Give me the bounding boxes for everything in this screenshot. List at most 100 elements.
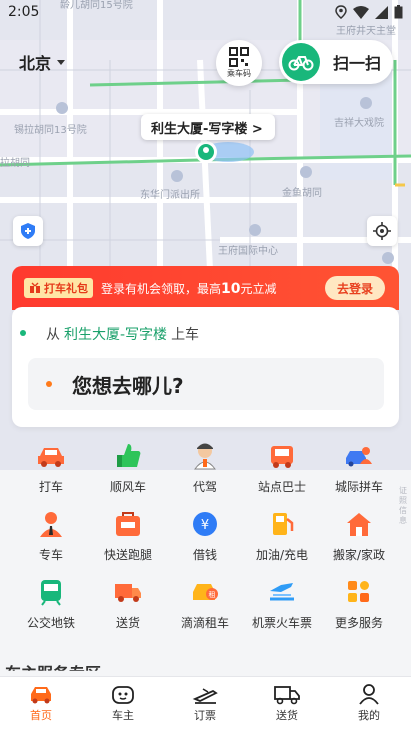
pickup-dot-icon	[20, 330, 26, 336]
service-stop-bus[interactable]: 站点巴士	[243, 440, 321, 495]
tab-driver[interactable]: 车主	[82, 683, 164, 723]
service-label: 搬家/家政	[332, 548, 386, 562]
service-label: 加油/充电	[255, 548, 309, 562]
promo-banner[interactable]: 打车礼包 登录有机会领取，最高10元立减 去登录	[12, 266, 399, 310]
map-label: 拉胡同	[0, 158, 30, 169]
location-icon	[335, 5, 347, 19]
service-label: 城际拼车	[334, 480, 383, 494]
tab-profile[interactable]: 我的	[328, 683, 410, 723]
tab-label: 订票	[194, 709, 216, 722]
map-label: 东华门派出所	[140, 190, 200, 201]
promo-tag: 打车礼包	[24, 278, 93, 298]
trip-card: 从 利生大厦-写字楼 上车 您想去哪儿?	[12, 307, 399, 427]
driver-icon	[189, 440, 221, 472]
svg-text:¥: ¥	[201, 518, 209, 533]
service-label: 借钱	[192, 548, 217, 562]
tab-label: 我的	[358, 709, 380, 722]
login-button[interactable]: 去登录	[324, 276, 385, 300]
service-moving-housekeeping[interactable]: 搬家/家政	[320, 508, 398, 563]
service-more[interactable]: 更多服务	[320, 576, 398, 631]
delivery-truck-icon	[274, 686, 300, 705]
pickup-location-label: 利生大厦-写字楼 >	[151, 121, 263, 137]
service-express-errand[interactable]: 快送跑腿	[89, 508, 167, 563]
map-label: 金鱼胡同	[282, 188, 322, 199]
service-transit[interactable]: 公交地铁	[12, 576, 90, 631]
service-label: 更多服务	[334, 616, 383, 630]
person-icon	[359, 684, 379, 705]
map-label: 吉祥大戏院	[334, 118, 384, 129]
chevron-down-icon	[57, 59, 66, 65]
service-label: 机票火车票	[251, 616, 312, 630]
service-label: 滴滴租车	[180, 616, 229, 630]
fuel-pump-icon	[266, 508, 298, 540]
service-label: 专车	[38, 548, 63, 562]
grid-icon	[343, 576, 375, 608]
service-intercity-carpool[interactable]: 城际拼车	[320, 440, 398, 495]
service-fuel-charge[interactable]: 加油/充电	[243, 508, 321, 563]
promo-text: 登录有机会领取，最高10元立减	[101, 280, 277, 297]
destination-placeholder: 您想去哪儿?	[72, 373, 184, 398]
status-time: 2:05	[8, 4, 40, 20]
map-label: 王府国际中心	[218, 246, 278, 257]
promo-amount: 10	[221, 280, 241, 297]
driver-face-icon	[112, 686, 134, 704]
crosshair-icon	[373, 222, 391, 240]
service-label: 代驾	[192, 480, 217, 494]
scan-button[interactable]: 扫一扫	[279, 40, 393, 84]
tab-tickets[interactable]: 订票	[164, 683, 246, 723]
yen-coin-icon: ¥	[189, 508, 221, 540]
service-flight-train-tickets[interactable]: 机票火车票	[243, 576, 321, 631]
service-label: 快送跑腿	[103, 548, 152, 562]
scan-label: 扫一扫	[333, 54, 382, 73]
express-bag-icon	[112, 508, 144, 540]
locate-me-button[interactable]	[367, 216, 397, 246]
service-car-rental[interactable]: 租 滴滴租车	[166, 576, 244, 631]
promo-text-after: 元立减	[240, 281, 277, 296]
bus-stop-icon	[266, 440, 298, 472]
pickup-suffix: 上车	[171, 327, 200, 343]
service-designated-driver[interactable]: 代驾	[166, 440, 244, 495]
service-delivery[interactable]: 送货	[89, 576, 167, 631]
wifi-icon	[353, 5, 369, 19]
promo-text-before: 登录有机会领取，最高	[101, 281, 222, 296]
house-icon	[343, 508, 375, 540]
services-grid: 打车 顺风车 代驾 站点巴士 城际拼车 专车 快送跑腿 ¥ 借钱 加油/充电 搬…	[12, 440, 399, 644]
bottom-tab-bar: 首页 车主 订票 送货 我的	[0, 676, 411, 730]
destination-dot-icon	[46, 381, 52, 387]
service-label: 送货	[115, 616, 140, 630]
status-icons	[335, 5, 403, 19]
pickup-location-bubble[interactable]: 利生大厦-写字楼 >	[141, 114, 275, 140]
service-loan[interactable]: ¥ 借钱	[166, 508, 244, 563]
license-info-link[interactable]: 证照信息	[397, 486, 409, 526]
tab-delivery[interactable]: 送货	[246, 683, 328, 723]
tab-label: 车主	[112, 709, 134, 722]
service-premier[interactable]: 专车	[12, 508, 90, 563]
city-name: 北京	[19, 54, 52, 73]
service-label: 站点巴士	[257, 480, 306, 494]
truck-icon	[112, 576, 144, 608]
safety-center-button[interactable]	[13, 216, 43, 246]
subway-icon	[35, 576, 67, 608]
shield-icon	[21, 223, 35, 239]
service-label: 公交地铁	[26, 616, 75, 630]
service-taxi[interactable]: 打车	[12, 440, 90, 495]
svg-text:租: 租	[209, 591, 216, 599]
signal-icon	[375, 5, 388, 19]
home-car-icon	[31, 687, 51, 704]
carpool-icon	[343, 440, 375, 472]
pickup-row[interactable]: 从 利生大厦-写字楼 上车	[20, 324, 200, 344]
battery-icon	[394, 5, 403, 19]
city-selector[interactable]: 北京	[19, 50, 66, 74]
destination-input[interactable]: 您想去哪儿?	[28, 358, 384, 410]
tab-label: 送货	[276, 709, 298, 722]
tab-home[interactable]: 首页	[0, 683, 82, 723]
pickup-prefix: 从	[46, 327, 60, 343]
thumbs-up-icon	[112, 440, 144, 472]
pickup-place: 利生大厦-写字楼	[64, 327, 168, 343]
bike-icon	[282, 43, 320, 81]
ride-code-button[interactable]: 乘车码	[216, 40, 262, 86]
tab-label: 首页	[30, 709, 52, 722]
rental-car-icon: 租	[189, 576, 221, 608]
service-hitch[interactable]: 顺风车	[89, 440, 167, 495]
taxi-car-icon	[35, 440, 67, 472]
